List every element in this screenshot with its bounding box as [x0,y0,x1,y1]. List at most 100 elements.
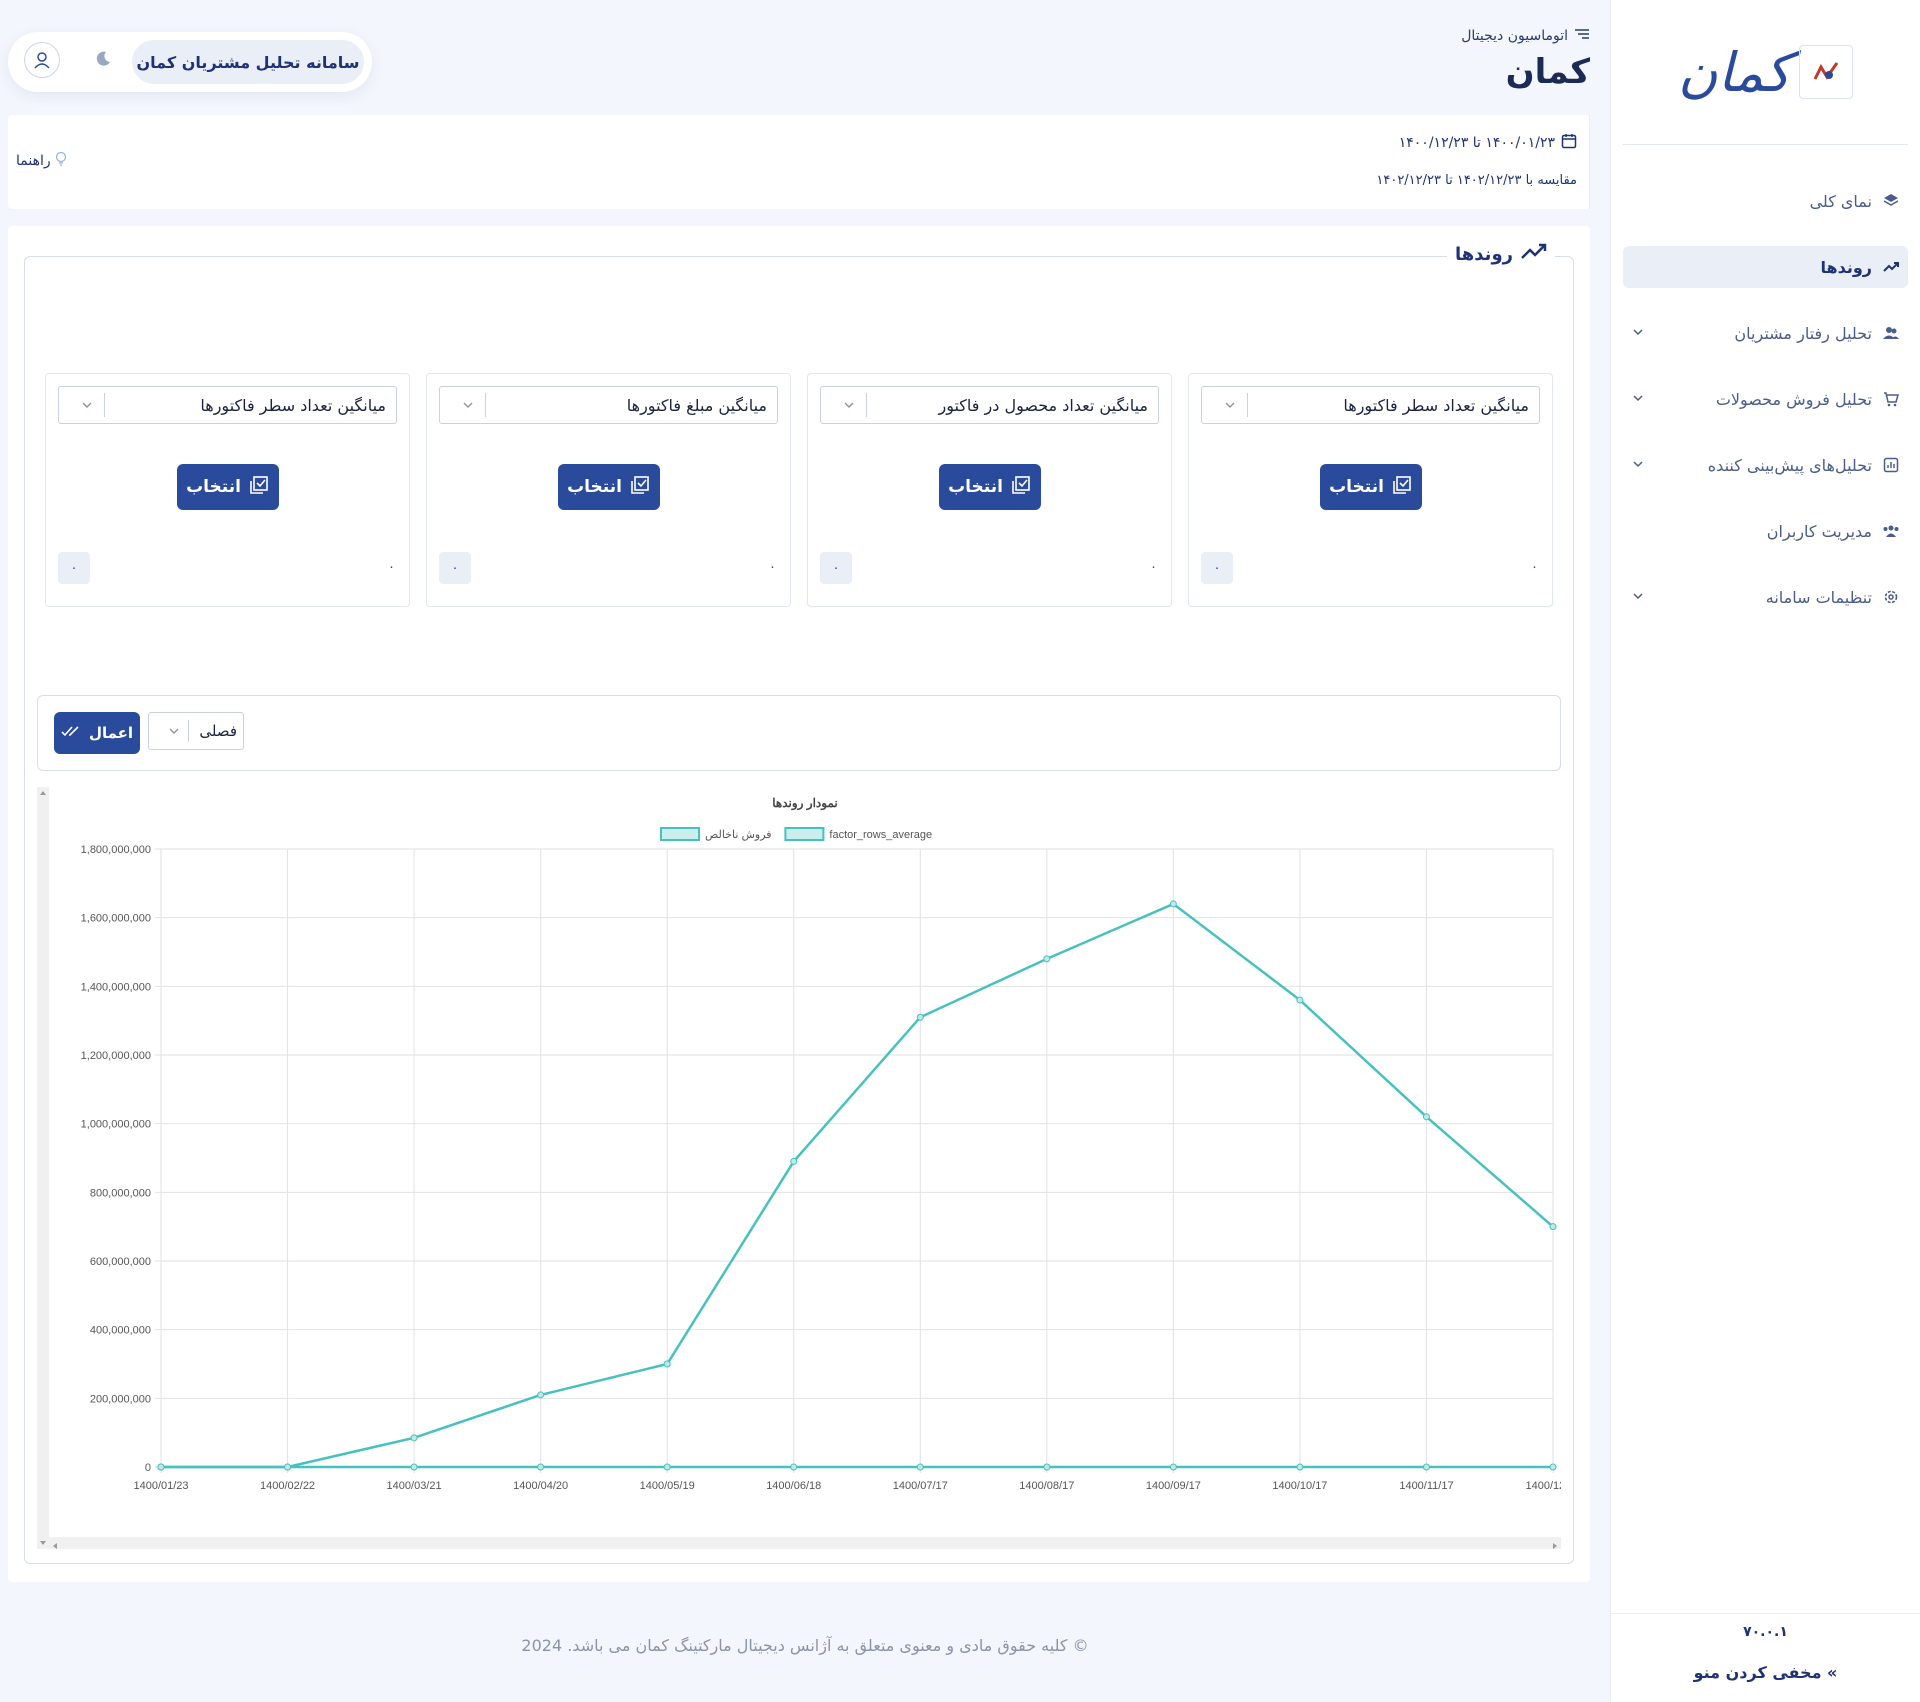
y-tick-label: 400,000,000 [90,1325,151,1337]
chevron-down-icon [1631,324,1645,343]
metric-picker: میانگین تعداد سطر فاکتورها انتخاب ۰ ۰ [1188,373,1553,607]
select-button[interactable]: انتخاب [176,464,279,510]
date-filter-bar: ۱۴۰۰/۰۱/۲۳ تا ۱۴۰۰/۱۲/۲۳ مقایسه با ۱۴۰۲/… [8,115,1590,209]
sidebar-item-label: تحلیل رفتار مشتریان [1734,323,1872,343]
gear-icon [1882,588,1900,606]
data-point [790,1157,798,1165]
data-point [1422,1113,1430,1121]
logo-mark-icon [1799,45,1854,99]
data-point [410,1434,418,1442]
logo[interactable]: کمان [1611,36,1920,108]
x-tick-label: 1400/02/22 [260,1480,315,1492]
chart-box-icon [1882,456,1900,474]
trend-chart: نمودار روندها 0 200,000,000 400,000,000 600… [37,787,1561,1549]
metric-value-right: ۰ [1531,560,1538,575]
metric-select[interactable]: میانگین تعداد سطر فاکتورها [1201,386,1540,424]
metric-select-value: میانگین تعداد سطر فاکتورها [200,395,386,415]
series-line [161,902,1554,1469]
x-tick-label: 1400/03/21 [387,1480,442,1492]
data-point [790,1463,798,1471]
data-point [1043,955,1051,963]
system-name-badge: سامانه تحلیل مشتریان کمان [132,40,364,84]
metric-select-value: میانگین مبلغ فاکتورها [626,395,767,415]
chevron-down-icon [69,393,105,417]
period-select[interactable]: فصلی [148,712,244,750]
select-button-label: انتخاب [948,477,1003,497]
double-check-icon [61,724,81,742]
trend-icon [1521,243,1547,266]
select-button[interactable]: انتخاب [557,464,660,510]
data-point [1549,1463,1557,1471]
legend-label: فروش ناخالص [705,829,772,841]
data-point [916,1463,924,1471]
sidebar-nav: نمای کلی روندها تحلیل رفتار مشتریان تحلی… [1623,180,1908,642]
y-tick-label: 1,400,000,000 [81,981,151,993]
double-chevron-icon: « [1827,1663,1838,1682]
moon-icon [94,50,112,72]
x-tick-label: 1400/04/20 [513,1480,568,1492]
y-tick-label: 1,600,000,000 [81,913,151,925]
sidebar-item-trends[interactable]: روندها [1623,246,1908,288]
x-tick-label: 1400/06/18 [766,1480,821,1492]
avatar[interactable] [24,42,60,78]
breadcrumb-label[interactable]: اتوماسیون دیجیتال [1461,28,1568,44]
data-point [284,1463,292,1471]
metric-select[interactable]: میانگین تعداد محصول در فاکتور [820,386,1159,424]
compare-range: مقایسه با ۱۴۰۲/۱۲/۲۳ تا ۱۴۰۲/۱۲/۲۳ [1376,173,1577,188]
metric-value-left: ۰ [58,552,90,584]
y-tick-label: 600,000,000 [90,1256,151,1268]
sidebar-item-label: تنظیمات سامانه [1765,587,1872,607]
vertical-scrollbar[interactable] [37,787,49,1549]
x-tick-label: 1400/09/17 [1146,1480,1201,1492]
dark-mode-toggle[interactable] [92,50,114,72]
x-tick-label: 1400/10/17 [1272,1480,1327,1492]
y-tick-label: 0 [145,1462,151,1474]
sidebar-item-user-management[interactable]: مدیریت کاربران [1623,510,1908,552]
select-button-label: انتخاب [567,477,622,497]
sidebar-item-predictive[interactable]: تحلیل‌های پیش‌بینی کننده [1623,444,1908,486]
metric-value-left: ۰ [1201,552,1233,584]
metric-select[interactable]: میانگین تعداد سطر فاکتورها [58,386,397,424]
y-tick-label: 800,000,000 [90,1187,151,1199]
metric-select[interactable]: میانگین مبلغ فاکتورها [439,386,778,424]
apply-label: اعمال [88,724,134,742]
sidebar-bottom-divider [1611,1613,1920,1614]
sidebar-item-overview[interactable]: نمای کلی [1623,180,1908,222]
sidebar: کمان نمای کلی روندها تحلیل رفتار مشتریان [1610,0,1920,1702]
chevron-down-icon [450,393,486,417]
trends-card: روندها میانگین تعداد سطر فاکتورها انتخاب… [8,226,1590,1582]
data-point [1169,900,1177,908]
hide-menu-button[interactable]: مخفی کردن منو « [1611,1663,1920,1682]
page-header: اتوماسیون دیجیتال کمان [1461,28,1590,92]
cart-icon [1882,390,1900,408]
data-point [1549,1223,1557,1231]
menu-lines-icon [1574,28,1590,44]
data-point [1296,1463,1304,1471]
data-point [1043,1463,1051,1471]
data-point [410,1463,418,1471]
x-tick-label: 1400/08/17 [1019,1480,1074,1492]
data-point [537,1463,545,1471]
y-tick-label: 1,200,000,000 [81,1050,151,1062]
apply-button[interactable]: اعمال [54,712,140,754]
sidebar-item-label: تحلیل فروش محصولات [1715,389,1872,409]
sidebar-item-settings[interactable]: تنظیمات سامانه [1623,576,1908,618]
data-point [663,1360,671,1368]
chevron-down-icon [1631,588,1645,607]
chevron-down-icon [1212,393,1248,417]
select-button[interactable]: انتخاب [1319,464,1422,510]
sidebar-item-customer-behavior[interactable]: تحلیل رفتار مشتریان [1623,312,1908,354]
chevron-down-icon [1631,390,1645,409]
trend-icon [1882,258,1900,276]
chevron-down-icon [159,720,189,742]
user-toolbar: سامانه تحلیل مشتریان کمان [8,32,372,92]
guide-link[interactable]: راهنما [16,151,67,171]
data-point [1169,1463,1177,1471]
metric-value-left: ۰ [439,552,471,584]
date-range-block[interactable]: ۱۴۰۰/۰۱/۲۳ تا ۱۴۰۰/۱۲/۲۳ مقایسه با ۱۴۰۲/… [1374,115,1590,209]
checkbox-icon [1392,475,1412,500]
horizontal-scrollbar[interactable] [49,1537,1561,1549]
version-label: ۷۰.۰.۱ [1743,1624,1788,1640]
select-button[interactable]: انتخاب [938,464,1041,510]
sidebar-item-product-sales[interactable]: تحلیل فروش محصولات [1623,378,1908,420]
